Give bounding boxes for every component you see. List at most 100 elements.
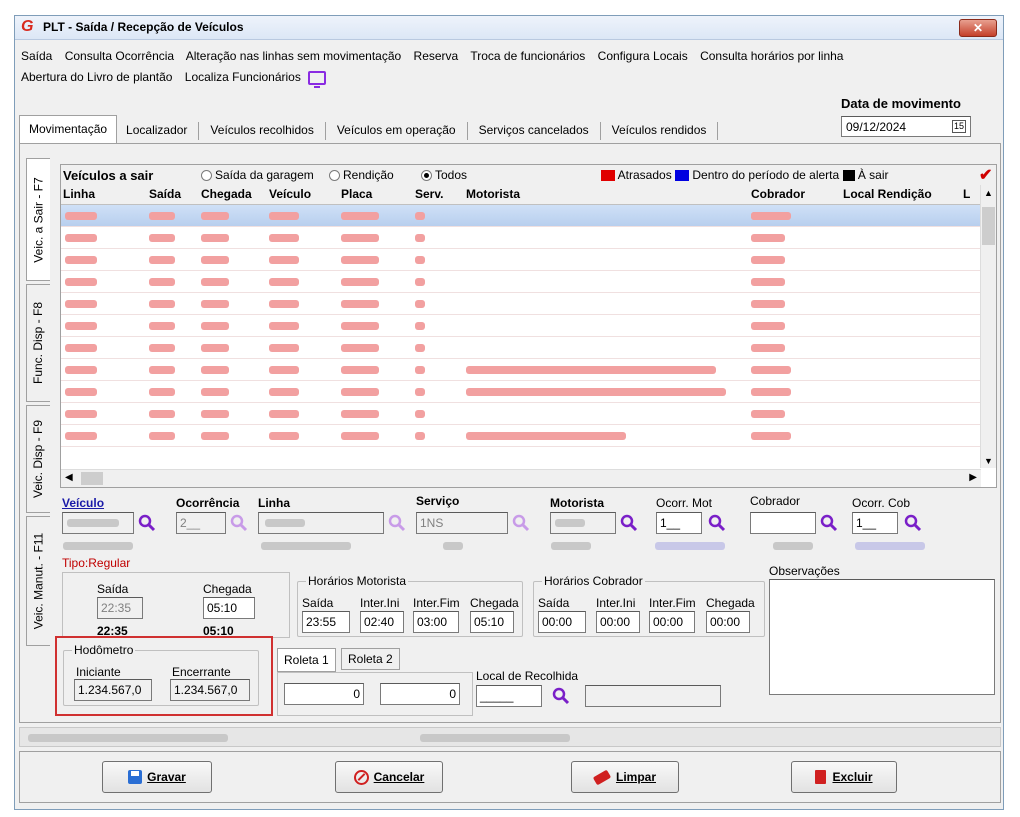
side-tab-label: Veic. Disp - F9 (31, 419, 46, 499)
scroll-up-icon[interactable]: ▲ (984, 188, 993, 198)
veiculo-input[interactable] (62, 512, 134, 534)
col-veiculo[interactable]: Veículo (269, 187, 311, 201)
filter-rendicao[interactable]: Rendição (329, 168, 394, 182)
filter-saida-garagem[interactable]: Saída da garagem (201, 168, 314, 182)
calendar-icon[interactable]: 15 (952, 120, 966, 133)
menu-configura-locais[interactable]: Configura Locais (598, 49, 688, 63)
checkmark-icon[interactable]: ✔ (979, 165, 992, 185)
roleta-value-1[interactable]: 0 (284, 683, 364, 705)
cancelar-button[interactable]: Cancelar (335, 761, 443, 793)
menu-reserva[interactable]: Reserva (414, 49, 459, 63)
hc-chegada-input[interactable]: 00:00 (706, 611, 750, 633)
iniciante-input[interactable]: 1.234.567,0 (74, 679, 152, 701)
side-tab-func-disp[interactable]: Func. Disp - F8 (26, 284, 50, 402)
col-saida[interactable]: Saída (149, 187, 181, 201)
tab-servicos-cancelados[interactable]: Serviços cancelados (470, 119, 598, 143)
table-row[interactable] (61, 337, 981, 359)
horizontal-scrollbar[interactable]: ◀ ▶ (61, 469, 981, 487)
side-tab-veic-a-sair[interactable]: Veic. a Sair - F7 (26, 158, 50, 281)
scroll-thumb[interactable] (982, 207, 995, 245)
ocorr-mot-input[interactable]: 1__ (656, 512, 702, 534)
menu-troca-funcionarios[interactable]: Troca de funcionários (470, 49, 585, 63)
menu-consulta-horarios[interactable]: Consulta horários por linha (700, 49, 843, 63)
roleta-value-2[interactable]: 0 (380, 683, 460, 705)
menu-localiza-funcionarios[interactable]: Localiza Funcionários (185, 70, 301, 84)
saida-input[interactable]: 22:35 (97, 597, 143, 619)
table-row[interactable] (61, 249, 981, 271)
hm-interini-input[interactable]: 02:40 (360, 611, 404, 633)
servico-search-icon[interactable] (512, 514, 530, 532)
col-placa[interactable]: Placa (341, 187, 372, 201)
limpar-button[interactable]: Limpar (571, 761, 679, 793)
filter-todos[interactable]: Todos (421, 168, 467, 182)
menu-alteracao-linhas[interactable]: Alteração nas linhas sem movimentação (186, 49, 401, 63)
hm-saida-input[interactable]: 23:55 (302, 611, 350, 633)
ocorrencia-search-icon[interactable] (230, 514, 248, 532)
servico-input[interactable]: 1NS (416, 512, 508, 534)
date-input[interactable]: 09/12/2024 15 (841, 116, 971, 137)
excluir-button[interactable]: Excluir (791, 761, 897, 793)
table-row[interactable] (61, 227, 981, 249)
chegada-input[interactable]: 05:10 (203, 597, 255, 619)
table-row[interactable] (61, 425, 981, 447)
blurred-text (63, 542, 133, 550)
hc-interini-input[interactable]: 00:00 (596, 611, 640, 633)
tab-roleta-2[interactable]: Roleta 2 (341, 648, 400, 670)
side-tab-veic-disp[interactable]: Veic. Disp - F9 (26, 405, 50, 513)
table-row[interactable] (61, 381, 981, 403)
local-recolhida-input[interactable]: _____ (476, 685, 542, 707)
menu-saida[interactable]: Saída (21, 49, 52, 63)
scroll-down-icon[interactable]: ▼ (984, 456, 993, 466)
table-row[interactable] (61, 205, 981, 227)
motorista-input[interactable] (550, 512, 616, 534)
cobrador-search-icon[interactable] (820, 514, 838, 532)
table-row[interactable] (61, 403, 981, 425)
blurred-cell (201, 256, 229, 264)
tab-roleta-1[interactable]: Roleta 1 (277, 648, 336, 672)
tab-movimentacao[interactable]: Movimentação (19, 115, 118, 143)
linha-input[interactable] (258, 512, 384, 534)
hscroll-thumb[interactable] (81, 472, 103, 485)
table-row[interactable] (61, 315, 981, 337)
encerrante-input[interactable]: 1.234.567,0 (170, 679, 250, 701)
linha-search-icon[interactable] (388, 514, 406, 532)
ocorrencia-input[interactable]: 2__ (176, 512, 226, 534)
side-tab-veic-manut[interactable]: Veic. Manut. - F11 (26, 516, 50, 646)
hm-interfim-input[interactable]: 03:00 (413, 611, 459, 633)
blurred-cell (149, 410, 175, 418)
ocorr-mot-search-icon[interactable] (708, 514, 726, 532)
close-icon[interactable]: ✕ (959, 19, 997, 37)
hm-chegada-input[interactable]: 05:10 (470, 611, 514, 633)
col-motorista[interactable]: Motorista (466, 187, 520, 201)
col-chegada[interactable]: Chegada (201, 187, 252, 201)
observacoes-textarea[interactable] (769, 579, 995, 695)
ocorr-cob-input[interactable]: 1__ (852, 512, 898, 534)
col-serv[interactable]: Serv. (415, 187, 443, 201)
ocorr-cob-search-icon[interactable] (904, 514, 922, 532)
gravar-button[interactable]: Gravar (102, 761, 212, 793)
tab-localizador[interactable]: Localizador (117, 119, 196, 143)
hc-interfim-input[interactable]: 00:00 (649, 611, 695, 633)
scroll-left-icon[interactable]: ◀ (65, 472, 73, 483)
col-local-rendicao[interactable]: Local Rendição (843, 187, 932, 201)
menu-consulta-ocorrencia[interactable]: Consulta Ocorrência (65, 49, 174, 63)
local-recolhida-label: Local de Recolhida (476, 669, 579, 683)
monitor-icon[interactable] (308, 70, 327, 88)
local-recolhida-search-icon[interactable] (552, 687, 570, 705)
col-linha[interactable]: Linha (63, 187, 95, 201)
col-cobrador[interactable]: Cobrador (751, 187, 805, 201)
motorista-search-icon[interactable] (620, 514, 638, 532)
cobrador-input[interactable] (750, 512, 816, 534)
tab-veiculos-rendidos[interactable]: Veículos rendidos (603, 119, 716, 143)
hc-saida-input[interactable]: 00:00 (538, 611, 586, 633)
table-row[interactable] (61, 271, 981, 293)
table-row[interactable] (61, 293, 981, 315)
vertical-scrollbar[interactable]: ▲ ▼ (980, 185, 996, 468)
table-row[interactable] (61, 359, 981, 381)
col-l[interactable]: L (963, 187, 970, 201)
tab-veiculos-operacao[interactable]: Veículos em operação (328, 119, 465, 143)
veiculo-search-icon[interactable] (138, 514, 156, 532)
menu-abertura-livro[interactable]: Abertura do Livro de plantão (21, 70, 172, 84)
scroll-right-icon[interactable]: ▶ (969, 472, 977, 483)
tab-veiculos-recolhidos[interactable]: Veículos recolhidos (201, 119, 322, 143)
